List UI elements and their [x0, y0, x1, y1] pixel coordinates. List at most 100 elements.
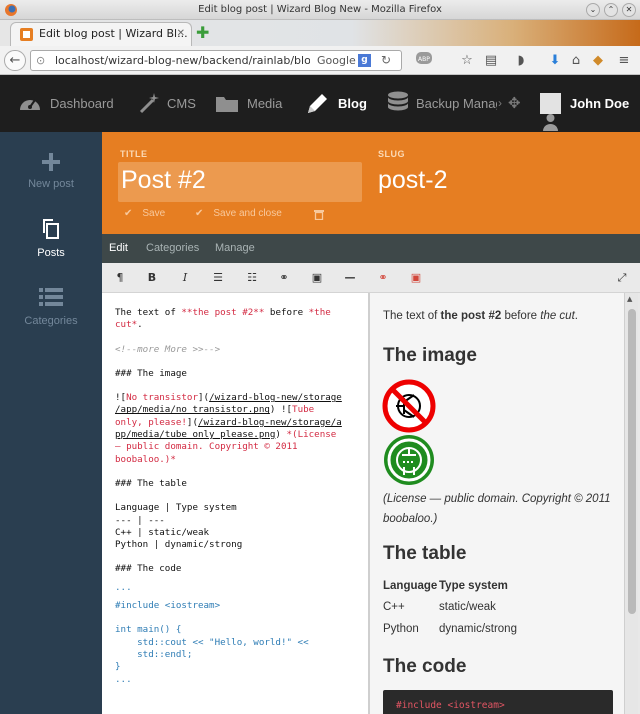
home-icon[interactable]: ⌂	[566, 51, 586, 70]
media-image-icon[interactable]: ▣	[406, 263, 426, 293]
link-icon[interactable]: ⚭	[274, 263, 294, 293]
download-icon[interactable]: ⬇	[545, 51, 565, 70]
nav-media[interactable]: Media	[215, 75, 285, 132]
markdown-editor[interactable]: The text of **the post #2** before *the …	[102, 293, 368, 714]
move-icon[interactable]: ✥	[508, 75, 521, 132]
nav-cms[interactable]: CMS	[138, 75, 198, 132]
ordered-list-icon[interactable]: ☷	[242, 263, 262, 293]
editor-line: Language | Type system	[115, 502, 237, 514]
chevron-right-icon[interactable]: ›	[498, 75, 502, 132]
nav-blog[interactable]: Blog	[304, 75, 368, 132]
preview-text: .	[574, 310, 578, 322]
media-link-icon[interactable]: ⚭	[373, 263, 393, 293]
maximize-button[interactable]: ⌃	[604, 3, 618, 17]
sidebar-item-new-post[interactable]: New post	[0, 152, 102, 202]
tab-title: Edit blog post | Wizard Bl...	[39, 27, 188, 40]
editor-text: .	[137, 319, 143, 331]
editor-text: before	[264, 307, 309, 318]
nav-dashboard[interactable]: Dashboard	[18, 75, 118, 132]
editor-code: std::endl;	[115, 648, 193, 660]
database-icon	[388, 91, 408, 111]
title-input-value: Post #2	[121, 166, 206, 194]
preview-heading-image: The image	[383, 345, 477, 366]
reading-list-icon[interactable]: ▤	[481, 51, 501, 70]
sidebar-item-label: New post	[28, 178, 74, 190]
svg-text:ABP: ABP	[418, 56, 430, 63]
bookmark-star-icon[interactable]: ☆	[457, 51, 477, 70]
post-form-header: TITLE Post #2 SLUG post-2 ✔ Save ✔ Save an…	[102, 132, 640, 234]
editor-text: The text of	[115, 307, 182, 318]
editor-line: --- | ---	[115, 514, 165, 526]
pencil-icon	[308, 94, 327, 113]
editor-heading: ### The code	[115, 563, 182, 575]
scrollbar-thumb[interactable]	[628, 309, 636, 614]
editor-code-fence: ...	[115, 581, 132, 593]
sidebar-item-posts[interactable]: Posts	[0, 218, 102, 268]
title-input[interactable]: Post #2	[118, 162, 362, 202]
image-icon[interactable]: ▣	[307, 263, 327, 293]
horizontal-rule-icon[interactable]: —	[340, 263, 360, 293]
window-titlebar: Edit blog post | Wizard Blog New - Mozil…	[0, 0, 640, 20]
browser-tabbar: Edit blog post | Wizard Bl... ✕ ✚	[0, 20, 640, 46]
window-title: Edit blog post | Wizard Blog New - Mozil…	[198, 4, 442, 15]
editor-line: pp/media/tube_only_please.png) *(License	[115, 429, 368, 441]
paragraph-icon[interactable]: ¶	[110, 263, 130, 293]
back-button[interactable]: ←	[4, 50, 26, 71]
save-and-close-button[interactable]: ✔ Save and close	[195, 208, 282, 222]
copy-icon	[43, 219, 59, 239]
tab-manage[interactable]: Manage	[215, 242, 255, 254]
editor-text: )	[275, 429, 287, 441]
browser-tab[interactable]: Edit blog post | Wizard Bl... ✕	[10, 22, 192, 46]
pocket-icon[interactable]: ◗	[511, 51, 531, 70]
save-button[interactable]: ✔ Save	[124, 208, 165, 222]
nav-backup-label: Backup Manag	[416, 96, 497, 111]
fullscreen-icon[interactable]: ⤢	[612, 263, 632, 293]
unordered-list-icon[interactable]: ☰	[208, 263, 228, 293]
editor-text: ![	[115, 392, 127, 404]
editor-link-text: only, please!	[115, 416, 187, 428]
extension-icon[interactable]: ◆	[588, 51, 608, 70]
editor-line: — public domain. Copyright © 2011	[115, 441, 298, 453]
url-bar[interactable]: ⊙ localhost/wizard-blog-new/backend/rain…	[30, 50, 402, 71]
italic-icon[interactable]: I	[175, 263, 195, 293]
editor-comment: <!--more More >>-->	[115, 343, 221, 355]
preview-bold: the post #2	[440, 310, 502, 322]
save-and-close-label: Save and close	[213, 208, 282, 219]
editor-code: }	[115, 661, 121, 673]
slug-input[interactable]: post-2	[378, 166, 447, 195]
close-window-button[interactable]: ✕	[622, 3, 636, 17]
scroll-up-icon[interactable]: ▲	[627, 295, 632, 303]
preview-code-line: #include <iostream>	[396, 700, 505, 711]
menu-icon[interactable]: ≡	[614, 51, 634, 70]
editor-url: /wizard-blog-new/storage	[209, 392, 342, 404]
editor-line: Python | dynamic/strong	[115, 539, 243, 551]
plus-icon	[42, 153, 60, 171]
dashboard-icon	[20, 99, 40, 110]
tab-categories[interactable]: Categories	[146, 242, 199, 254]
table-cell: static/weak	[439, 601, 496, 613]
page-scrollbar[interactable]: ▲	[624, 293, 638, 714]
close-tab-icon[interactable]: ✕	[177, 23, 185, 45]
nav-backup[interactable]: Backup Manag	[387, 75, 497, 132]
slug-label: SLUG	[378, 149, 406, 159]
minimize-button[interactable]: ⌄	[586, 3, 600, 17]
url-text: localhost/wizard-blog-new/backend/rainla…	[55, 54, 310, 67]
bold-icon[interactable]: B	[142, 263, 162, 293]
preview-heading-code: The code	[383, 656, 467, 677]
tab-edit[interactable]: Edit	[109, 242, 128, 254]
editor-text: ](	[198, 392, 210, 404]
new-tab-icon[interactable]: ✚	[196, 23, 209, 42]
trash-icon[interactable]	[314, 209, 324, 220]
reload-icon[interactable]: ↻	[381, 53, 391, 67]
search-engine-label: Google	[317, 54, 356, 67]
app-header: Dashboard CMS Media Blog Backup Manag › …	[0, 75, 640, 132]
preview-text: The text of	[383, 310, 441, 322]
user-menu[interactable]: John Doe	[540, 75, 640, 132]
site-info-icon[interactable]: ⊙	[36, 54, 45, 67]
sidebar-item-categories[interactable]: Categories	[0, 287, 102, 337]
adblock-icon[interactable]: ABP	[412, 51, 436, 70]
list-icon	[39, 288, 63, 306]
markdown-preview: The text of the post #2 before the cut. …	[370, 293, 624, 714]
title-label: TITLE	[120, 149, 148, 159]
browser-navbar: ← ⊙ localhost/wizard-blog-new/backend/ra…	[0, 46, 640, 75]
